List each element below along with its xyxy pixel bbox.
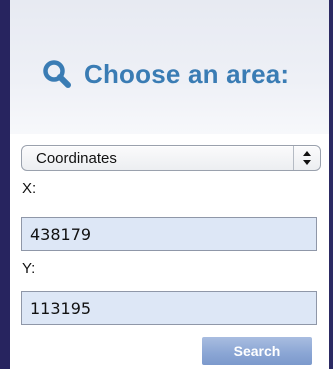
y-label: Y: — [22, 260, 36, 277]
x-coordinate-input[interactable] — [21, 217, 317, 251]
area-type-select[interactable]: Coordinates — [21, 145, 321, 171]
right-frame-border — [329, 0, 333, 369]
left-frame-border — [0, 0, 10, 369]
area-type-select-value: Coordinates — [36, 150, 117, 167]
select-arrows-icon — [293, 146, 320, 170]
title-row: Choose an area: — [42, 58, 289, 90]
search-icon — [42, 59, 72, 89]
search-button[interactable]: Search — [202, 337, 312, 365]
panel-title: Choose an area: — [84, 58, 290, 89]
choose-area-widget: Choose an area: Coordinates X: Y: Search — [0, 0, 333, 369]
y-coordinate-input[interactable] — [21, 291, 317, 325]
x-label: X: — [22, 180, 37, 197]
